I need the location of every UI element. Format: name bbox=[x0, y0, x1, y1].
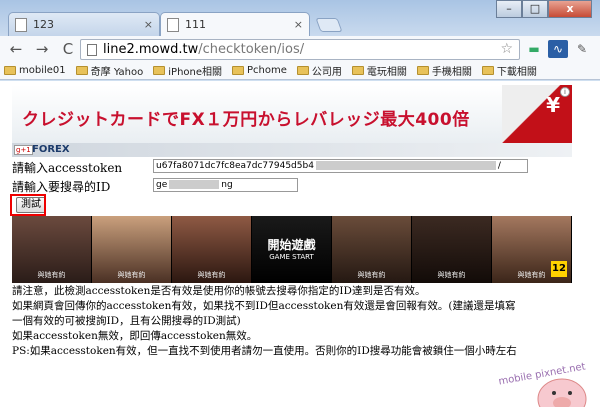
bookmark-iphone[interactable]: iPhone相關 bbox=[153, 63, 222, 78]
folder-icon bbox=[232, 66, 245, 75]
notice-line: 如果accesstoken無效，即回傳accesstoken無效。 bbox=[12, 330, 258, 342]
folder-icon bbox=[416, 66, 429, 75]
ad-headline: クレジットカードでFX１万円からレバレッジ最大400倍 bbox=[22, 110, 470, 130]
thumb-6[interactable]: 與她有約 bbox=[412, 216, 492, 283]
chart-extension-icon[interactable]: ∿ bbox=[548, 40, 568, 58]
notice-line: 如果網頁會回傳你的accesstoken有效，如果找不到ID但accesstok… bbox=[12, 300, 516, 312]
notice-line: 請注意，此檢測accesstoken是否有效是使用你的帳號去搜尋你指定的ID達到… bbox=[12, 285, 426, 297]
ad-info-icon[interactable]: i bbox=[560, 87, 570, 97]
minimize-button[interactable]: – bbox=[496, 0, 522, 18]
url-host: line2.mowd.tw bbox=[103, 42, 199, 57]
notice-line: PS:如果accesstoken有效，但一直找不到使用者請勿一直使用。否則你的I… bbox=[12, 345, 517, 357]
back-button[interactable]: ← bbox=[6, 39, 26, 59]
ad-brand: FOREX bbox=[32, 144, 70, 155]
redacted-blur bbox=[315, 161, 496, 170]
id-input[interactable]: ge ng bbox=[153, 178, 298, 192]
bookmark-phones[interactable]: 手機相關 bbox=[416, 63, 472, 78]
id-label: 請輸入要搜尋的ID bbox=[12, 180, 111, 194]
token-input[interactable]: u67fa8071dc7fc8ea7dc77945d5b4/ bbox=[153, 159, 528, 173]
wrench-icon[interactable]: ✎ bbox=[572, 40, 592, 58]
folder-icon bbox=[351, 66, 364, 75]
age-rating-badge: 12 bbox=[551, 261, 567, 277]
page-content: クレジットカードでFX１万円からレバレッジ最大400倍 ¥ i g+1 FORE… bbox=[0, 81, 600, 407]
tab-close-icon[interactable]: × bbox=[294, 18, 303, 31]
thumb-1[interactable]: 與她有約 bbox=[12, 216, 92, 283]
token-label: 請輸入accesstoken bbox=[12, 161, 123, 175]
folder-icon bbox=[296, 66, 309, 75]
tab-close-icon[interactable]: × bbox=[144, 18, 153, 31]
folder-icon bbox=[481, 66, 494, 75]
redacted-blur bbox=[169, 180, 220, 189]
tab-111[interactable]: 111 × bbox=[160, 12, 310, 36]
folder-icon bbox=[75, 66, 88, 75]
page-icon bbox=[167, 17, 179, 32]
bookmark-pchome[interactable]: Pchome bbox=[232, 65, 287, 76]
red-highlight-box bbox=[10, 194, 46, 216]
bookmark-games[interactable]: 電玩相關 bbox=[351, 63, 407, 78]
tab-strip: 123 × 111 × – □ x bbox=[0, 0, 600, 36]
ad-banner[interactable]: クレジットカードでFX１万円からレバレッジ最大400倍 ¥ i bbox=[12, 85, 572, 143]
new-tab-button[interactable] bbox=[315, 18, 343, 32]
folder-icon bbox=[153, 66, 166, 75]
maximize-button[interactable]: □ bbox=[522, 0, 548, 18]
notice-text: 請注意，此檢測accesstoken是否有效是使用你的帳號去搜尋你指定的ID達到… bbox=[12, 284, 587, 359]
browser-toolbar: ← → C line2.mowd.tw/checktoken/ios/ ☆ ▬ … bbox=[0, 36, 600, 62]
bookmarks-bar: mobile01 奇摩 Yahoo iPhone相關 Pchome 公司用 電玩… bbox=[0, 62, 600, 80]
google-plus-one-icon[interactable]: g+1 bbox=[14, 145, 33, 155]
bookmark-downloads[interactable]: 下載相關 bbox=[481, 63, 537, 78]
tab-123[interactable]: 123 × bbox=[8, 12, 160, 36]
page-icon bbox=[15, 17, 27, 32]
extension-icon[interactable]: ▬ bbox=[524, 40, 544, 58]
forward-button[interactable]: → bbox=[32, 39, 52, 59]
bookmark-mobile01[interactable]: mobile01 bbox=[4, 65, 66, 76]
ad-brand-strip: g+1 FOREX bbox=[12, 143, 572, 157]
url-path: /checktoken/ios/ bbox=[198, 42, 305, 57]
notice-line: 一個有效的可被搜詢ID，且有公開搜尋的ID測試) bbox=[12, 315, 241, 327]
page-icon bbox=[87, 43, 97, 56]
toolbar-extensions: ▬ ∿ ✎ bbox=[524, 40, 596, 58]
tab-title: 111 bbox=[185, 18, 206, 31]
bookmark-yahoo[interactable]: 奇摩 Yahoo bbox=[75, 63, 143, 78]
thumb-5[interactable]: 與她有約 bbox=[332, 216, 412, 283]
address-bar[interactable]: line2.mowd.tw/checktoken/ios/ ☆ bbox=[80, 39, 520, 60]
thumb-3[interactable]: 與她有約 bbox=[172, 216, 252, 283]
folder-icon bbox=[4, 66, 16, 75]
window-controls: – □ x bbox=[496, 0, 592, 18]
yen-icon: ¥ bbox=[546, 93, 560, 117]
bookmark-company[interactable]: 公司用 bbox=[296, 63, 342, 78]
thumb-2[interactable]: 與她有約 bbox=[92, 216, 172, 283]
bookmark-star-icon[interactable]: ☆ bbox=[500, 41, 513, 57]
close-window-button[interactable]: x bbox=[548, 0, 592, 18]
game-ad-strip[interactable]: 與她有約 與她有約 與她有約 開始遊戲 GAME START 與她有約 與她有約… bbox=[12, 216, 572, 283]
thumb-7[interactable]: 與她有約 12 bbox=[492, 216, 572, 283]
reload-button[interactable]: C bbox=[58, 39, 78, 59]
thumb-game-start[interactable]: 開始遊戲 GAME START bbox=[252, 216, 332, 283]
tab-title: 123 bbox=[33, 18, 54, 31]
